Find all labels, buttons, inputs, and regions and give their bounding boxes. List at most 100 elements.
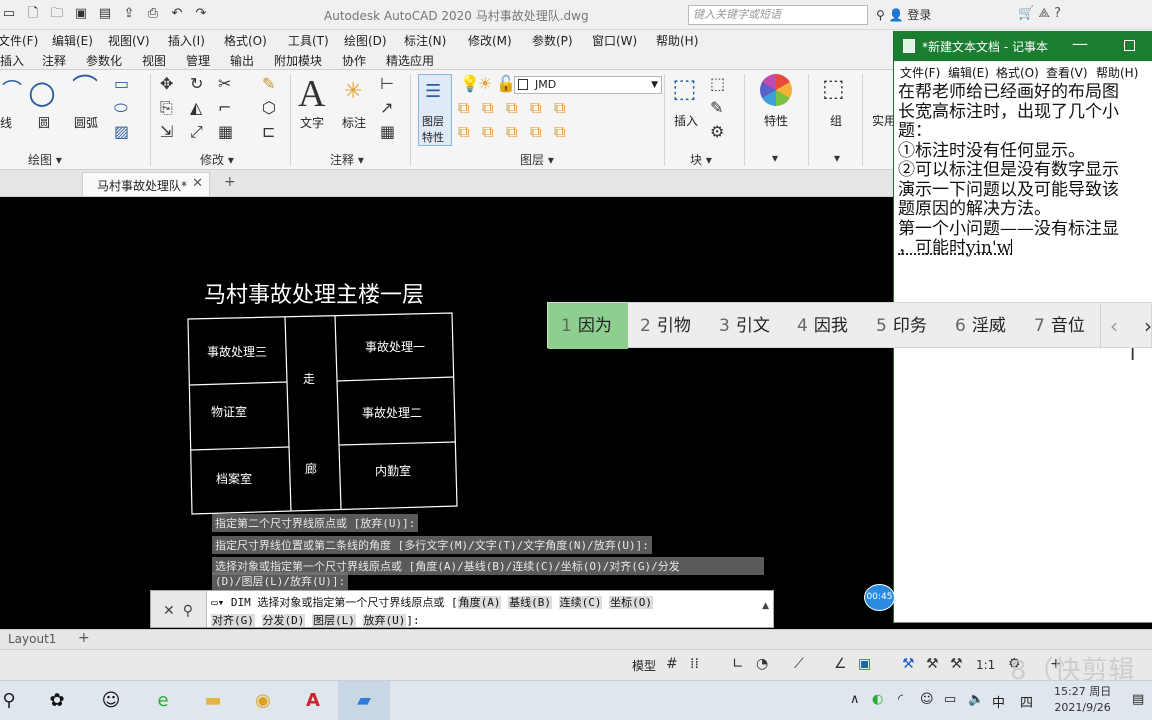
save-as-icon[interactable]: ▤ <box>96 4 114 24</box>
group-draw-label[interactable]: 绘图 ▾ <box>28 151 62 168</box>
menu-insert[interactable]: 插入(I) <box>168 32 205 49</box>
leader-icon[interactable]: ↗ <box>380 100 393 116</box>
layer-tool-6-icon[interactable]: ⧉ <box>458 124 469 140</box>
menu-view[interactable]: 视图(V) <box>108 32 150 49</box>
trim-icon[interactable]: ✂ <box>218 76 231 92</box>
app-menu-icon[interactable]: ▭ <box>0 4 18 24</box>
osnap-icon[interactable]: ▣ <box>858 656 871 672</box>
object-snap-tracking-icon[interactable]: ∠ <box>834 656 847 672</box>
linear-dim-icon[interactable]: ⊢ <box>380 76 394 92</box>
group-icon[interactable]: ⬚ <box>822 76 845 100</box>
erase-icon[interactable]: ✎ <box>262 76 275 92</box>
ime-candidate[interactable]: 7 音位 <box>1034 303 1085 349</box>
layer-tool-8-icon[interactable]: ⧉ <box>506 124 517 140</box>
ime-candidate[interactable]: 5 印务 <box>876 303 927 349</box>
tab-manage[interactable]: 管理 <box>186 52 210 69</box>
notification-icon[interactable]: ▤ <box>1132 692 1144 707</box>
option-distribute[interactable]: 分发(D) <box>261 614 306 627</box>
app-baidu-icon[interactable]: ✿ <box>44 689 70 713</box>
edit-block-icon[interactable]: ✎ <box>710 100 723 116</box>
ortho-icon[interactable]: ∟ <box>732 656 744 672</box>
media-player-icon[interactable]: ◉ <box>250 689 276 713</box>
notepad-taskbar-icon[interactable]: ▰ <box>338 681 390 720</box>
stretch-icon[interactable]: ⇲ <box>160 124 173 140</box>
notepad-menu-format[interactable]: 格式(O) <box>996 64 1039 81</box>
recording-timer[interactable]: 00:45 <box>864 584 895 611</box>
model-space-button[interactable]: 模型 <box>632 657 656 674</box>
notepad-menu-edit[interactable]: 编辑(E) <box>948 64 989 81</box>
tray-expand-icon[interactable]: ∧ <box>850 692 860 707</box>
copy-icon[interactable]: ⎘ <box>160 100 173 116</box>
arc-tool-label[interactable]: 圆弧 <box>74 114 98 131</box>
menu-draw[interactable]: 绘图(D) <box>344 32 387 49</box>
autocad-taskbar-icon[interactable]: A <box>300 689 326 713</box>
move-icon[interactable]: ✥ <box>160 76 173 92</box>
menu-modify[interactable]: 修改(M) <box>468 32 512 49</box>
tab-addins[interactable]: 附加模块 <box>274 52 322 69</box>
close-icon[interactable]: ✕ <box>163 603 183 619</box>
tab-featured-apps[interactable]: 精选应用 <box>386 52 434 69</box>
save-icon[interactable]: ▣ <box>72 4 90 24</box>
ime-candidate[interactable]: 6 淫威 <box>955 303 1006 349</box>
layer-tool-3-icon[interactable]: ⧉ <box>506 100 517 116</box>
option-undo[interactable]: 放弃(U) <box>362 614 407 627</box>
undo-icon[interactable]: ↶ <box>168 4 186 24</box>
command-line[interactable]: ✕⚲ ▭▾ DIM 选择对象或指定第一个尺寸界线原点或 [角度(A) 基线(B)… <box>150 590 774 628</box>
scale-icon[interactable]: ⤢ <box>190 124 203 140</box>
plot-icon[interactable]: ⎙ <box>144 4 162 24</box>
ime-candidate[interactable]: 2 引物 <box>640 303 691 349</box>
layout-tab[interactable]: Layout1 <box>8 632 56 646</box>
cart-icon[interactable]: 🛒 <box>1018 6 1034 21</box>
tab-output[interactable]: 输出 <box>230 52 254 69</box>
layer-properties-button[interactable]: ☰ 图层 特性 <box>418 74 452 146</box>
offset-icon[interactable]: ⊏ <box>262 124 275 140</box>
option-layer[interactable]: 图层(L) <box>312 614 356 627</box>
close-icon[interactable]: ✕ <box>192 176 203 191</box>
command-icon[interactable]: ▭▾ <box>211 596 224 609</box>
create-block-icon[interactable]: ⬚ <box>710 76 725 92</box>
insert-block-icon[interactable]: ⬚ <box>672 76 697 102</box>
layer-tool-10-icon[interactable]: ⧉ <box>554 124 565 140</box>
layer-tool-5-icon[interactable]: ⧉ <box>554 100 565 116</box>
layer-tool-2-icon[interactable]: ⧉ <box>482 100 493 116</box>
wifi-icon[interactable]: ◜ <box>898 692 903 707</box>
dimension-tool-label[interactable]: 标注 <box>342 114 366 131</box>
ime-layout-indicator[interactable]: 四 <box>1020 692 1033 711</box>
circle-icon[interactable]: ○ <box>28 76 56 108</box>
ime-candidate[interactable]: 3 引文 <box>719 303 770 349</box>
ime-candidate[interactable]: 4 因我 <box>797 303 848 349</box>
search-input[interactable]: 键入关键字或短语 <box>688 5 868 25</box>
dimension-icon[interactable]: ✳ <box>344 81 362 103</box>
file-explorer-icon[interactable]: ▬ <box>200 689 226 713</box>
array-icon[interactable]: ▦ <box>218 124 233 140</box>
menu-window[interactable]: 窗口(W) <box>592 32 637 49</box>
ime-next-page-icon[interactable]: › <box>1144 303 1152 349</box>
lock-icon[interactable]: 🔓 <box>496 76 516 92</box>
help-icon[interactable]: ? <box>1054 6 1061 21</box>
option-continue[interactable]: 连续(C) <box>558 596 603 609</box>
option-baseline[interactable]: 基线(B) <box>508 596 552 609</box>
open-file-icon[interactable]: 🗀 <box>48 4 66 24</box>
history-up-icon[interactable]: ▲ <box>762 601 769 611</box>
tray-360-icon[interactable]: ◐ <box>872 692 883 707</box>
table-icon[interactable]: ▦ <box>380 124 395 140</box>
ime-candidate-selected[interactable]: 1 因为 <box>548 303 628 349</box>
layer-tool-4-icon[interactable]: ⧉ <box>530 100 541 116</box>
menu-file[interactable]: 文件(F) <box>0 32 38 49</box>
layer-tool-7-icon[interactable]: ⧉ <box>482 124 493 140</box>
export-icon[interactable]: ⇪ <box>120 4 138 24</box>
snap-icon[interactable]: ⁞⁞ <box>690 656 699 672</box>
menu-edit[interactable]: 编辑(E) <box>52 32 93 49</box>
user-signin[interactable]: ⚲ 👤 登录 <box>876 6 931 23</box>
tab-insert[interactable]: 插入 <box>0 52 24 69</box>
browser-icon[interactable]: e <box>150 689 176 713</box>
auto-scale-icon[interactable]: ⚒ <box>926 656 939 672</box>
option-angle[interactable]: 角度(A) <box>457 596 502 609</box>
isodraft-icon[interactable]: ⟋ <box>794 656 804 672</box>
group-modify-label[interactable]: 修改 ▾ <box>200 151 234 168</box>
menu-format[interactable]: 格式(O) <box>224 32 267 49</box>
add-tab-icon[interactable]: + <box>224 174 236 190</box>
scale-readout[interactable]: 1:1 <box>976 658 995 672</box>
new-file-icon[interactable]: 🗋 <box>24 4 42 24</box>
menu-dimension[interactable]: 标注(N) <box>404 32 446 49</box>
